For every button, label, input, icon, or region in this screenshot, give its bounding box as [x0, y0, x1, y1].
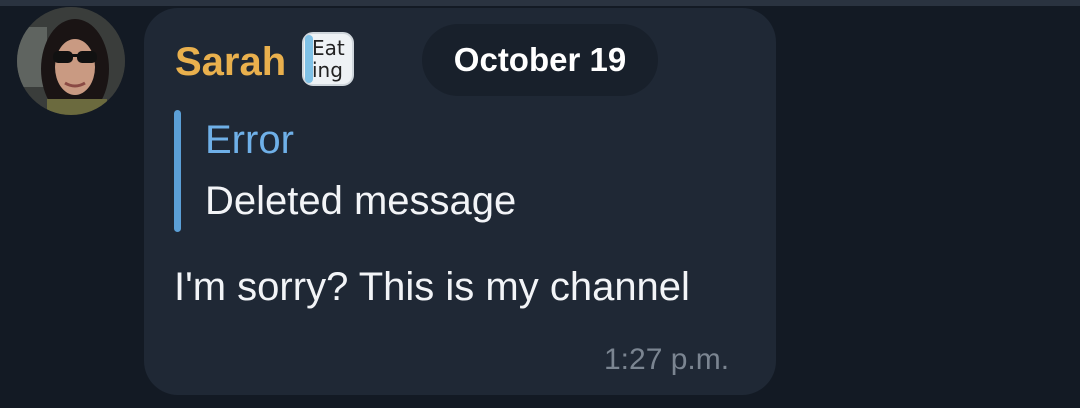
reply-preview-text[interactable]: Deleted message — [205, 177, 516, 225]
top-divider — [0, 0, 1080, 6]
avatar[interactable] — [17, 7, 125, 115]
reply-accent-bar — [174, 110, 181, 232]
message-text: I'm sorry? This is my channel — [174, 265, 690, 309]
avatar-photo-icon — [17, 7, 125, 115]
svg-text:ing: ing — [312, 58, 343, 82]
message-time: 1:27 p.m. — [604, 343, 730, 376]
sender-name[interactable]: Sarah — [175, 38, 286, 86]
date-badge: October 19 — [422, 24, 658, 96]
reply-author[interactable]: Error — [205, 116, 294, 164]
svg-text:Eat: Eat — [312, 36, 345, 60]
eating-sticker-icon: Eat ing — [300, 30, 356, 88]
